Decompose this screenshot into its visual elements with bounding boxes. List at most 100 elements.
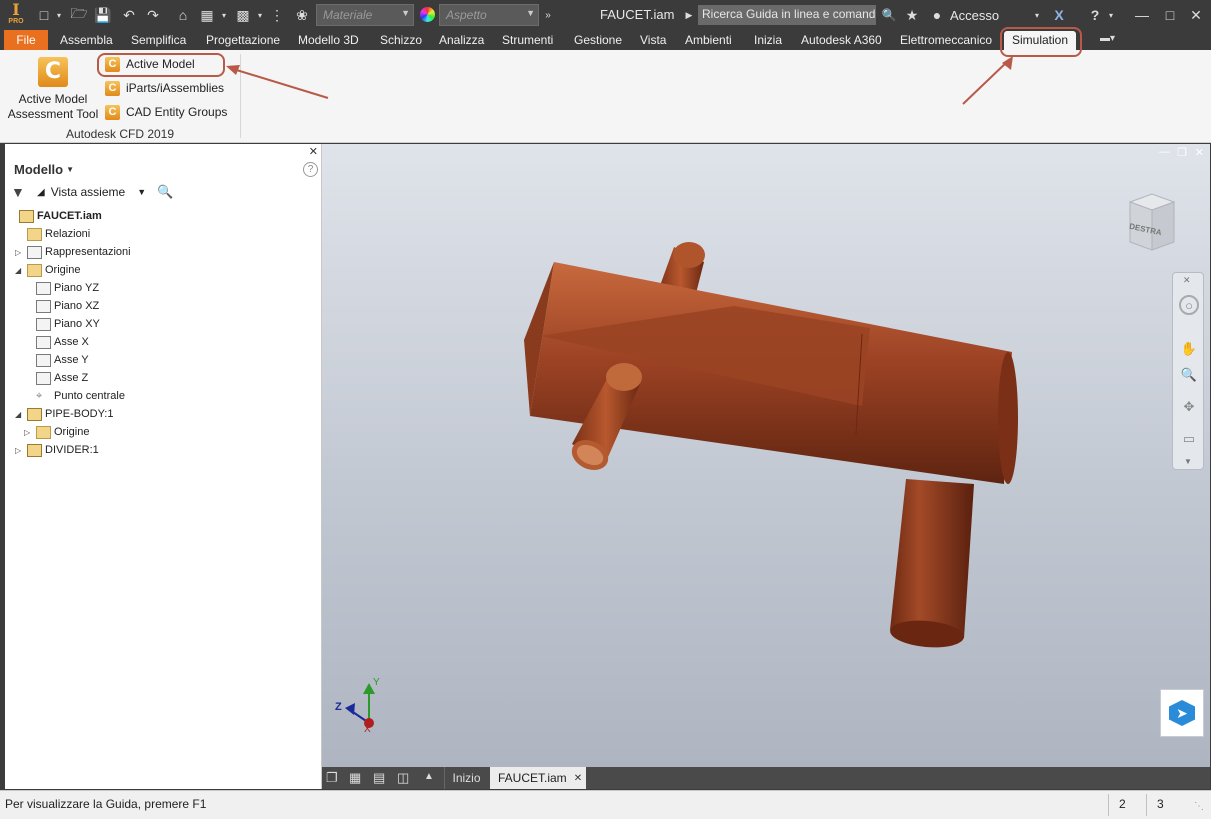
overflow-icon[interactable]: »	[542, 5, 554, 25]
redo-icon[interactable]: ↷	[144, 5, 162, 25]
browser-close-icon[interactable]: ✕	[309, 145, 318, 158]
search-expand-icon[interactable]: ▶	[684, 5, 694, 25]
tree-item[interactable]: ▷ Origine	[5, 423, 89, 441]
browser-header[interactable]: Modello ▼	[14, 162, 74, 177]
tree-item[interactable]: Piano XZ	[5, 297, 99, 315]
tab-ambienti[interactable]: Ambienti	[685, 30, 732, 50]
tree-item[interactable]: ◢ PIPE-BODY:1	[5, 405, 113, 423]
graphics-viewport[interactable]: — ❐ ✕ DESTRA ✕ ○ ✋ 🔍 ✥ ▭ ▼ Y Z X ➤	[322, 144, 1210, 767]
chevron-down-icon: ▼	[66, 165, 75, 174]
expanded-arrow-icon[interactable]: ◢	[15, 410, 21, 419]
collapsed-arrow-icon[interactable]: ▷	[24, 428, 30, 437]
tab-autodesk-a360[interactable]: Autodesk A360	[801, 30, 882, 50]
axis-icon	[36, 353, 51, 367]
home-icon[interactable]: ⌂	[174, 5, 192, 25]
help-icon[interactable]: ?	[303, 162, 318, 177]
tab-schizzo[interactable]: Schizzo	[380, 30, 422, 50]
scroll-up-icon[interactable]: ▲	[424, 771, 434, 782]
tab-strumenti[interactable]: Strumenti	[502, 30, 553, 50]
appearance-dropdown[interactable]: Aspetto ▼	[439, 4, 539, 26]
dropdown-arrow-icon[interactable]: ▾	[1032, 5, 1042, 25]
status-message: Per visualizzare la Guida, premere F1	[5, 797, 207, 811]
panel-title[interactable]: Autodesk CFD 2019	[0, 127, 240, 141]
dropdown-arrow-icon[interactable]: ▾	[255, 5, 265, 25]
binoculars-icon[interactable]: 🔍	[880, 5, 898, 25]
tree-item-label: Relazioni	[45, 228, 91, 240]
open-icon[interactable]: 🗁	[70, 5, 88, 25]
undo-icon[interactable]: ↶	[120, 5, 138, 25]
find-icon[interactable]: 🔍	[157, 184, 173, 200]
tab-faucet-iam[interactable]: FAUCET.iam ✕	[490, 767, 586, 789]
close-tab-icon[interactable]: ✕	[574, 773, 582, 784]
file-tab[interactable]: File	[4, 30, 48, 50]
tree-item-label: Asse X	[54, 336, 89, 348]
help-icon[interactable]: ?	[1086, 5, 1104, 25]
tree-item[interactable]: Piano YZ	[5, 279, 99, 297]
filter-icon[interactable]: ▼	[11, 184, 25, 200]
tree-item[interactable]: Asse Y	[5, 351, 89, 369]
dropdown-arrow-icon[interactable]: ▾	[54, 5, 64, 25]
tab-analizza[interactable]: Analizza	[439, 30, 484, 50]
tree-item[interactable]: Asse Z	[5, 369, 88, 387]
big-button-label-2: Assessment Tool	[7, 107, 99, 121]
tree-item[interactable]: Relazioni	[5, 225, 90, 243]
sign-in-link[interactable]: Accesso	[950, 8, 999, 23]
update-icon[interactable]: ▦	[198, 5, 216, 25]
material-browser-icon[interactable]: ❀	[293, 5, 311, 25]
tree-item[interactable]: ⌖ Punto centrale	[5, 387, 125, 405]
arrange-vertical-icon[interactable]: ◫	[397, 770, 409, 786]
tree-item[interactable]: ▷ DIVIDER:1	[5, 441, 99, 459]
big-button-label-1: Active Model	[18, 92, 88, 106]
close-icon[interactable]: ✕	[1186, 5, 1206, 25]
share-button[interactable]: ➤	[1160, 689, 1204, 737]
measure-icon[interactable]: ⋮	[268, 5, 286, 25]
dropdown-arrow-icon[interactable]: ▾	[1106, 5, 1116, 25]
cascade-windows-icon[interactable]: ❐	[326, 770, 338, 786]
tab-elettromeccanico[interactable]: Elettromeccanico	[900, 30, 992, 50]
exchange-apps-icon[interactable]: X	[1050, 5, 1068, 25]
active-model-highlight	[97, 53, 225, 77]
resize-grip-icon[interactable]: ⋱	[1194, 801, 1204, 812]
expanded-arrow-icon[interactable]: ◢	[15, 266, 21, 275]
dropdown-arrow-icon[interactable]: ▾	[219, 5, 229, 25]
collapsed-arrow-icon[interactable]: ▷	[15, 446, 21, 455]
tree-item[interactable]: ▷ Rappresentazioni	[5, 243, 131, 261]
arrange-horizontal-icon[interactable]: ▤	[373, 770, 385, 786]
panel-options-icon[interactable]: ▬▾	[1100, 33, 1115, 44]
tab-gestione[interactable]: Gestione	[574, 30, 622, 50]
maximize-icon[interactable]: □	[1160, 5, 1180, 25]
save-icon[interactable]: 💾	[94, 5, 112, 25]
tab-inizia[interactable]: Inizia	[754, 30, 782, 50]
tab-assembla[interactable]: Assembla	[60, 30, 113, 50]
axis-icon	[36, 371, 51, 385]
tree-item[interactable]: Piano XY	[5, 315, 100, 333]
axis-label-y: Y	[373, 677, 380, 688]
tree-item[interactable]: ◢ Origine	[5, 261, 80, 279]
tab-modello-3d[interactable]: Modello 3D	[298, 30, 359, 50]
iparts-iassemblies-button[interactable]: C iParts/iAssemblies	[105, 79, 235, 97]
tree-item-label: FAUCET.iam	[37, 210, 102, 222]
select-icon[interactable]: ▩	[234, 5, 252, 25]
tree-item[interactable]: FAUCET.iam	[5, 207, 102, 225]
collapsed-arrow-icon[interactable]: ▷	[15, 248, 21, 257]
tab-inizio[interactable]: Inizio	[444, 767, 488, 789]
tree-item[interactable]: Asse X	[5, 333, 89, 351]
tab-vista[interactable]: Vista	[640, 30, 666, 50]
inventor-logo[interactable]: I PRO	[4, 2, 28, 28]
tab-progettazione[interactable]: Progettazione	[206, 30, 280, 50]
faucet-model[interactable]	[322, 144, 1210, 767]
user-icon[interactable]: ●	[929, 5, 945, 25]
cad-entity-groups-button[interactable]: C CAD Entity Groups	[105, 103, 235, 121]
folder-icon	[27, 227, 42, 241]
tab-semplifica[interactable]: Semplifica	[131, 30, 186, 50]
minimize-icon[interactable]: —	[1132, 5, 1152, 25]
help-search-input[interactable]: Ricerca Guida in linea e comand	[698, 5, 876, 25]
active-model-assessment-button[interactable]: C Active Model Assessment Tool	[5, 54, 101, 124]
view-selector[interactable]: ◢ Vista assieme ▼	[37, 185, 146, 199]
star-icon[interactable]: ★	[903, 5, 921, 25]
tile-windows-icon[interactable]: ▦	[349, 770, 361, 786]
material-dropdown[interactable]: Materiale ▼	[316, 4, 414, 26]
iparts-label: iParts/iAssemblies	[126, 81, 225, 95]
new-icon[interactable]: □	[36, 5, 52, 25]
appearance-icon[interactable]	[420, 7, 435, 22]
